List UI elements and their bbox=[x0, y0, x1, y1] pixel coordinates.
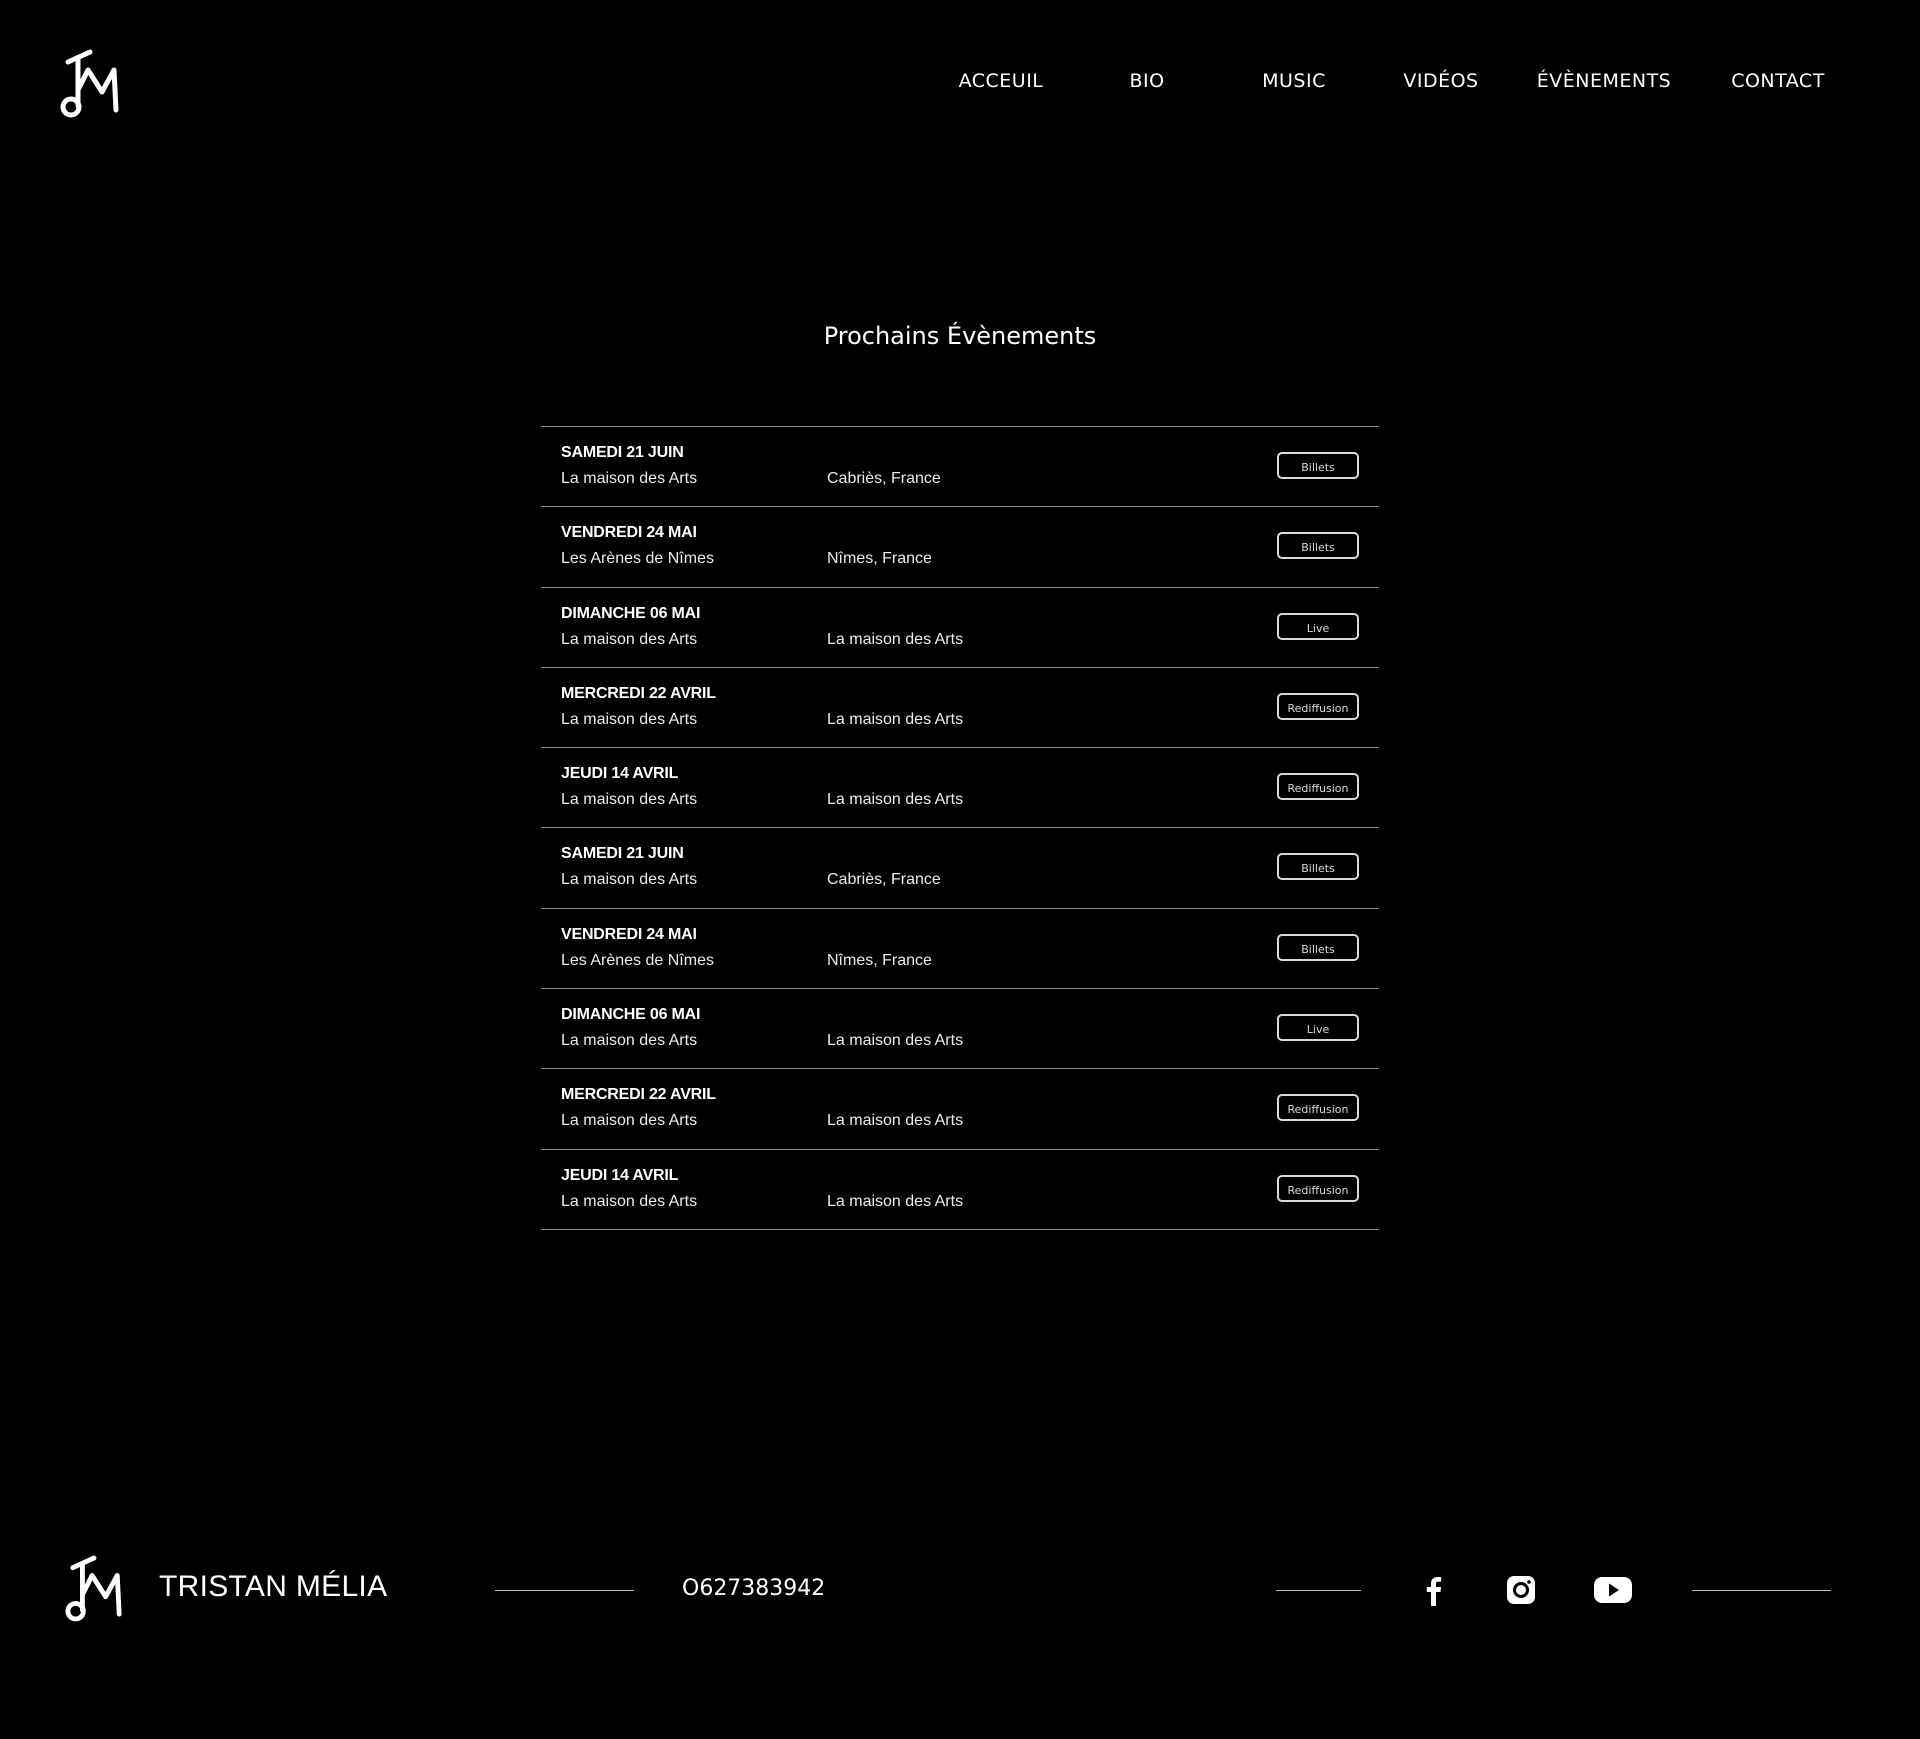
footer-divider bbox=[1276, 1590, 1361, 1591]
rediffusion-button[interactable]: Rediffusion bbox=[1277, 1174, 1359, 1202]
phone-number[interactable]: O627383942 bbox=[682, 1576, 825, 1601]
facebook-icon[interactable] bbox=[1420, 1573, 1446, 1607]
event-row: MERCREDI 22 AVRIL La maison des Arts La … bbox=[541, 668, 1379, 749]
event-location: Cabriès, France bbox=[827, 470, 941, 487]
page: ACCEUIL BIO MUSIC VIDÉOS ÉVÈNEMENTS CONT… bbox=[0, 0, 1920, 1739]
event-location: Nîmes, France bbox=[827, 951, 932, 969]
event-row: MERCREDI 22 AVRIL La maison des Arts La … bbox=[541, 1069, 1379, 1150]
event-location: La maison des Arts bbox=[827, 1032, 964, 1050]
nav-item-evenements[interactable]: ÉVÈNEMENTS bbox=[1537, 70, 1672, 92]
event-date: SAMEDI 21 JUIN bbox=[561, 444, 684, 461]
event-location: La maison des Arts bbox=[827, 791, 964, 809]
event-date: DIMANCHE 06 MAI bbox=[561, 604, 701, 622]
event-venue: La maison des Arts bbox=[561, 1112, 698, 1130]
event-row: SAMEDI 21 JUIN La maison des Arts Cabriè… bbox=[541, 828, 1379, 909]
rediffusion-button[interactable]: Rediffusion bbox=[1277, 692, 1359, 720]
billets-button[interactable]: Billets bbox=[1277, 452, 1359, 479]
event-row: DIMANCHE 06 MAI La maison des Arts La ma… bbox=[541, 989, 1379, 1070]
event-location: La maison des Arts bbox=[827, 1192, 964, 1210]
live-button[interactable]: Live bbox=[1277, 612, 1359, 640]
billets-button[interactable]: Billets bbox=[1277, 933, 1359, 961]
event-date: VENDREDI 24 MAI bbox=[561, 524, 697, 542]
event-venue: Les Arènes de Nîmes bbox=[561, 951, 714, 969]
event-venue: La maison des Arts bbox=[561, 791, 698, 809]
footer-divider bbox=[495, 1590, 634, 1591]
event-date: JEUDI 14 AVRIL bbox=[561, 765, 679, 783]
event-location: Cabriès, France bbox=[827, 871, 941, 889]
event-location: La maison des Arts bbox=[827, 1112, 964, 1130]
event-location: La maison des Arts bbox=[827, 630, 964, 648]
jm-footer-logo bbox=[65, 1555, 122, 1622]
nav-item-contact[interactable]: CONTACT bbox=[1731, 70, 1825, 92]
events-list: SAMEDI 21 JUIN La maison des Arts Cabriè… bbox=[541, 426, 1379, 1230]
event-row: VENDREDI 24 MAI Les Arènes de Nîmes Nîme… bbox=[541, 909, 1379, 990]
billets-button[interactable]: Billets bbox=[1277, 853, 1359, 881]
event-location: La maison des Arts bbox=[827, 710, 964, 728]
main-nav: ACCEUIL BIO MUSIC VIDÉOS ÉVÈNEMENTS CONT… bbox=[0, 70, 1920, 100]
event-row: VENDREDI 24 MAI Les Arènes de Nîmes Nîme… bbox=[541, 507, 1379, 588]
billets-button[interactable]: Billets bbox=[1277, 532, 1359, 560]
rediffusion-button[interactable]: Rediffusion bbox=[1277, 1094, 1359, 1122]
event-row: JEUDI 14 AVRIL La maison des Arts La mai… bbox=[541, 1150, 1379, 1230]
event-date: VENDREDI 24 MAI bbox=[561, 925, 697, 943]
event-venue: Les Arènes de Nîmes bbox=[561, 550, 714, 568]
event-venue: La maison des Arts bbox=[561, 1032, 698, 1050]
instagram-icon[interactable] bbox=[1504, 1573, 1538, 1607]
youtube-icon[interactable] bbox=[1593, 1573, 1633, 1607]
footer-divider bbox=[1692, 1590, 1831, 1591]
event-venue: La maison des Arts bbox=[561, 710, 698, 728]
artist-name: TRISTAN MÉLIA bbox=[159, 1570, 388, 1603]
event-venue: La maison des Arts bbox=[561, 1192, 698, 1210]
event-date: SAMEDI 21 JUIN bbox=[561, 845, 684, 863]
event-date: MERCREDI 22 AVRIL bbox=[561, 684, 716, 702]
rediffusion-button[interactable]: Rediffusion bbox=[1277, 773, 1359, 801]
event-date: DIMANCHE 06 MAI bbox=[561, 1006, 701, 1024]
nav-item-music[interactable]: MUSIC bbox=[1262, 70, 1326, 92]
event-row: SAMEDI 21 JUIN La maison des Arts Cabriè… bbox=[541, 427, 1379, 508]
event-venue: La maison des Arts bbox=[561, 470, 698, 487]
nav-item-videos[interactable]: VIDÉOS bbox=[1403, 70, 1478, 92]
live-button[interactable]: Live bbox=[1277, 1014, 1359, 1042]
nav-item-acceuil[interactable]: ACCEUIL bbox=[959, 70, 1044, 92]
nav-item-bio[interactable]: BIO bbox=[1129, 70, 1164, 92]
event-venue: La maison des Arts bbox=[561, 871, 698, 889]
event-location: Nîmes, France bbox=[827, 550, 932, 568]
event-row: JEUDI 14 AVRIL La maison des Arts La mai… bbox=[541, 748, 1379, 829]
event-venue: La maison des Arts bbox=[561, 630, 698, 648]
event-date: JEUDI 14 AVRIL bbox=[561, 1166, 679, 1184]
event-row: DIMANCHE 06 MAI La maison des Arts La ma… bbox=[541, 588, 1379, 668]
event-date: MERCREDI 22 AVRIL bbox=[561, 1086, 716, 1104]
page-title: Prochains Évènements bbox=[823, 322, 1097, 351]
